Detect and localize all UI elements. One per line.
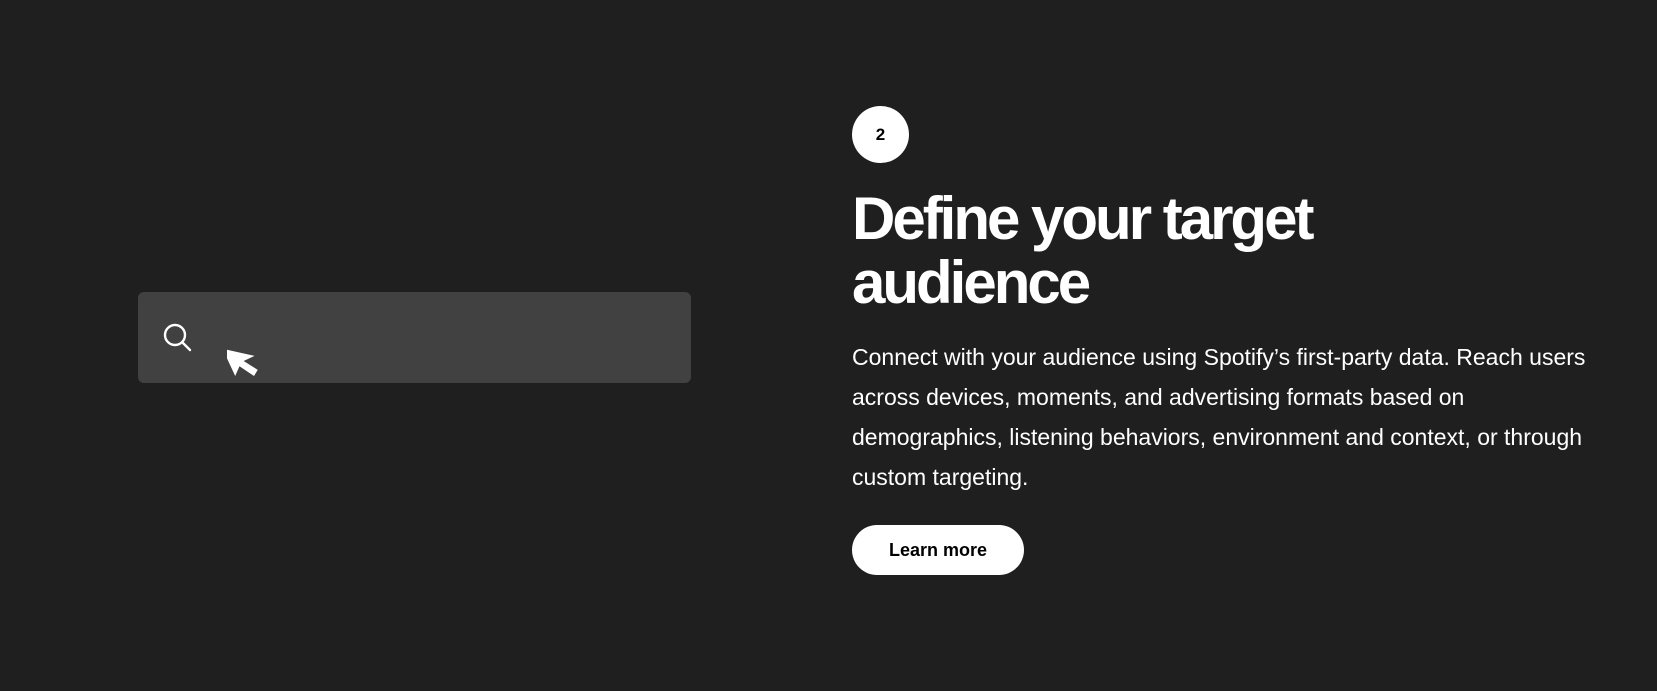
learn-more-button[interactable]: Learn more: [852, 525, 1024, 575]
search-bar-illustration: [138, 292, 691, 383]
cursor-arrow-icon: [222, 340, 273, 386]
section-title: Define your target audience: [852, 185, 1314, 316]
section-description: Connect with your audience using Spotify…: [852, 344, 1586, 490]
search-icon: [162, 322, 194, 354]
step-number-badge: 2: [852, 106, 909, 163]
feature-section: 2 Define your target audience Connect wi…: [852, 106, 1612, 575]
